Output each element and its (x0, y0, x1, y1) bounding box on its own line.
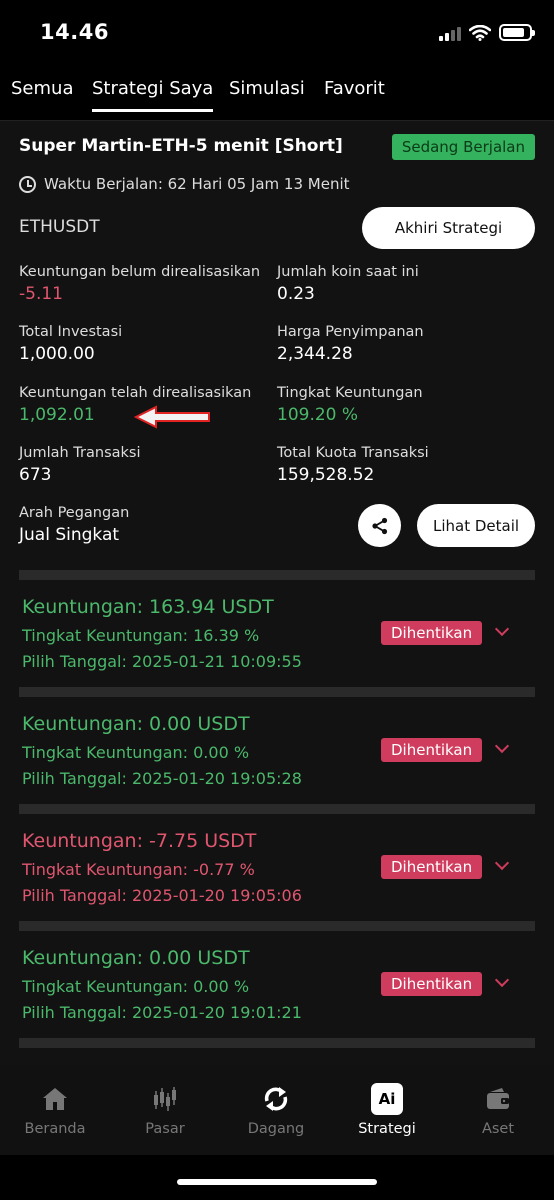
nav-item-dagang[interactable]: Dagang (221, 1083, 331, 1137)
stat-transaction-count: Jumlah Transaksi 673 (19, 445, 141, 485)
nav-item-pasar[interactable]: Pasar (110, 1083, 220, 1137)
stat-total-quota: Total Kuota Transaksi 159,528.52 (277, 445, 429, 485)
bottom-nav: Beranda Pasar Dagang Ai Strategi Aset (0, 1065, 554, 1155)
nav-item-aset[interactable]: Aset (443, 1083, 553, 1137)
stat-unrealized-profit: Keuntungan belum direalisasikan -5.11 (19, 264, 261, 304)
tab-favorit[interactable]: Favorit (324, 78, 385, 109)
runtime-row: Waktu Berjalan: 62 Hari 05 Jam 13 Menit (19, 175, 350, 193)
list-item[interactable]: Keuntungan: 0.00 USDT Tingkat Keuntungan… (19, 931, 535, 1038)
list-item[interactable]: Keuntungan: 163.94 USDT Tingkat Keuntung… (19, 580, 535, 687)
runtime-text: Waktu Berjalan: 62 Hari 05 Jam 13 Menit (44, 175, 350, 193)
divider (19, 804, 535, 814)
status-bar: 14.46 (0, 0, 554, 62)
tab-semua[interactable]: Semua (11, 78, 73, 109)
share-button[interactable] (358, 504, 401, 547)
chevron-down-icon[interactable] (494, 738, 510, 754)
strategy-title: Super Martin-ETH-5 menit [Short] (19, 136, 343, 156)
home-indicator[interactable] (177, 1179, 377, 1185)
wifi-icon (469, 24, 491, 41)
red-arrow-annotation-icon (134, 405, 210, 429)
divider (19, 687, 535, 697)
end-strategy-button[interactable]: Akhiri Strategi (362, 207, 535, 249)
stat-holding-price: Harga Penyimpanan 2,344.28 (277, 324, 424, 364)
divider (19, 570, 535, 580)
trading-pair: ETHUSDT (19, 217, 100, 237)
divider (19, 921, 535, 931)
nav-item-strategi[interactable]: Ai Strategi (332, 1083, 442, 1137)
tab-strategi-saya[interactable]: Strategi Saya (92, 78, 214, 112)
status-badge: Sedang Berjalan (391, 134, 535, 160)
status-badge: Dihentikan (381, 738, 483, 762)
share-icon (371, 517, 387, 534)
home-icon (43, 1088, 67, 1110)
stat-profit-rate: Tingkat Keuntungan 109.20 % (277, 385, 423, 425)
status-badge: Dihentikan (381, 621, 483, 645)
status-badge: Dihentikan (381, 855, 483, 879)
stat-coin-amount: Jumlah koin saat ini 0.23 (277, 264, 419, 304)
ai-icon: Ai (371, 1083, 403, 1115)
swap-icon (264, 1087, 288, 1111)
status-time: 14.46 (40, 20, 109, 44)
battery-icon (499, 24, 535, 41)
stat-position-direction: Arah Pegangan Jual Singkat (19, 505, 130, 545)
stat-total-investment: Total Investasi 1,000.00 (19, 324, 123, 364)
clock-icon (19, 175, 36, 193)
tab-simulasi[interactable]: Simulasi (229, 78, 305, 109)
list-item[interactable]: Keuntungan: -7.75 USDT Tingkat Keuntunga… (19, 814, 535, 921)
chevron-down-icon[interactable] (494, 855, 510, 871)
chevron-down-icon[interactable] (494, 972, 510, 988)
strategy-tabs: Semua Strategi Saya Simulasi Favorit (0, 78, 554, 118)
list-item[interactable]: Keuntungan: 0.00 USDT Tingkat Keuntungan… (19, 697, 535, 804)
candlestick-icon (154, 1087, 176, 1111)
strategy-card: Super Martin-ETH-5 menit [Short] Sedang … (0, 120, 554, 1065)
nav-item-beranda[interactable]: Beranda (0, 1083, 110, 1137)
divider (19, 1038, 535, 1048)
history-list: Keuntungan: 163.94 USDT Tingkat Keuntung… (19, 570, 535, 1048)
chevron-down-icon[interactable] (494, 621, 510, 637)
wallet-icon (487, 1088, 509, 1109)
status-badge: Dihentikan (381, 972, 483, 996)
status-icons (439, 24, 535, 41)
home-area (0, 1155, 554, 1200)
cellular-signal-icon (439, 25, 461, 41)
view-detail-button[interactable]: Lihat Detail (417, 504, 535, 547)
